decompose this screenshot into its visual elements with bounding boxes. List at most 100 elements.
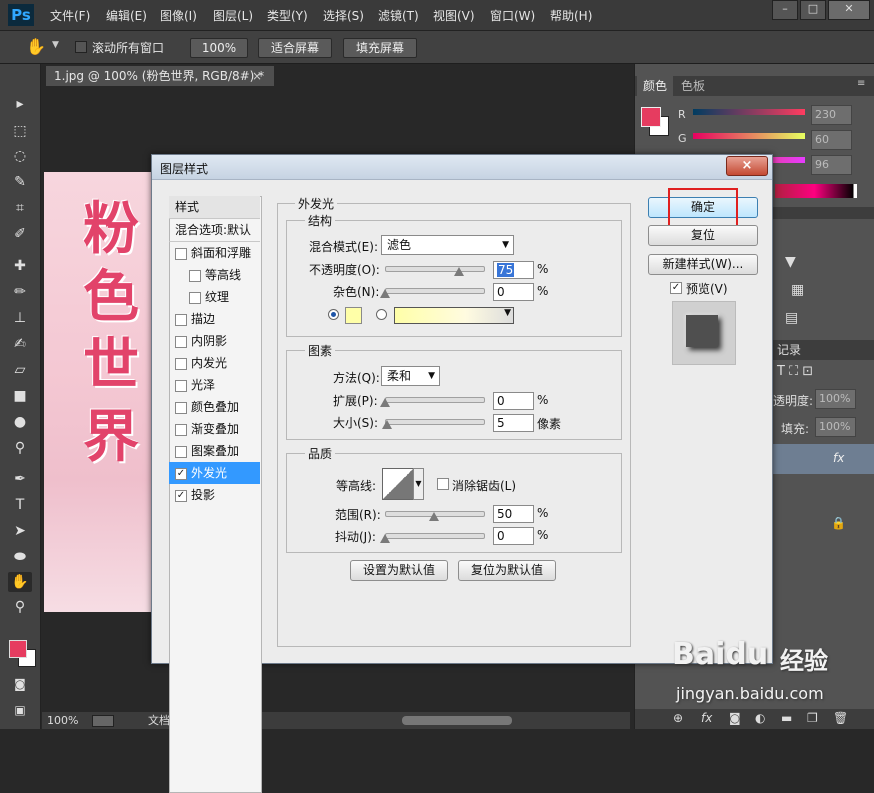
color-ramp[interactable] bbox=[775, 184, 857, 198]
maximize-button[interactable]: □ bbox=[800, 0, 826, 20]
style-checkbox[interactable] bbox=[175, 401, 187, 414]
brush-tool-icon[interactable]: ✏ bbox=[8, 282, 32, 302]
history-brush-tool-icon[interactable]: ✍ bbox=[8, 334, 32, 354]
technique-select[interactable]: 柔和 ▼ bbox=[381, 366, 440, 386]
size-input[interactable]: 5 bbox=[493, 414, 534, 432]
layer-row-selected[interactable]: fx bbox=[771, 444, 874, 474]
tab-history[interactable]: 记录 bbox=[771, 340, 807, 360]
foreground-color-swatch[interactable] bbox=[9, 640, 27, 658]
clone-stamp-tool-icon[interactable]: ⊥ bbox=[8, 308, 32, 328]
gradient-map-icon[interactable]: ▤ bbox=[785, 310, 798, 326]
tool-preset-chevron-icon[interactable]: ▼ bbox=[52, 40, 59, 50]
style-checkbox[interactable] bbox=[189, 269, 201, 282]
eyedropper-tool-icon[interactable]: ✐ bbox=[8, 224, 32, 244]
panel-menu-icon[interactable]: ≡ bbox=[857, 78, 865, 89]
scroll-all-checkbox[interactable] bbox=[75, 41, 87, 53]
menu-view[interactable]: 视图(V) bbox=[433, 7, 475, 24]
blur-tool-icon[interactable]: ● bbox=[8, 412, 32, 432]
glow-color-swatch[interactable] bbox=[345, 307, 362, 324]
preview-checkbox[interactable]: ✓ bbox=[670, 282, 682, 294]
noise-slider-thumb[interactable] bbox=[380, 289, 390, 298]
document-close-icon[interactable]: × bbox=[252, 66, 262, 86]
adjustment-icon[interactable]: ▼ bbox=[785, 254, 796, 270]
style-list-item[interactable]: 内发光 bbox=[169, 352, 260, 374]
menu-select[interactable]: 选择(S) bbox=[323, 7, 364, 24]
menu-help[interactable]: 帮助(H) bbox=[550, 7, 592, 24]
hand-tool-icon[interactable]: ✋ bbox=[8, 572, 32, 592]
style-checkbox[interactable] bbox=[175, 445, 187, 458]
tab-color[interactable]: 颜色 bbox=[637, 76, 674, 96]
menu-layer[interactable]: 图层(L) bbox=[213, 7, 253, 24]
menu-window[interactable]: 窗口(W) bbox=[490, 7, 535, 24]
opacity-input[interactable]: 75 bbox=[493, 261, 534, 279]
noise-slider-track[interactable] bbox=[385, 288, 485, 294]
jitter-slider-thumb[interactable] bbox=[380, 534, 390, 543]
style-checkbox[interactable]: ✓ bbox=[175, 489, 187, 502]
antialias-checkbox[interactable] bbox=[437, 478, 449, 490]
minimize-button[interactable]: – bbox=[772, 0, 798, 20]
type-tool-icon[interactable]: T bbox=[8, 495, 32, 515]
dialog-titlebar[interactable]: 图层样式 × bbox=[152, 155, 772, 180]
range-slider-thumb[interactable] bbox=[429, 512, 439, 521]
document-tab[interactable]: 1.jpg @ 100% (粉色世界, RGB/8#) * × bbox=[46, 66, 274, 86]
style-checkbox[interactable] bbox=[175, 335, 187, 348]
marquee-tool-icon[interactable]: ⬚ bbox=[8, 121, 32, 141]
style-checkbox[interactable] bbox=[189, 291, 201, 304]
style-list-item[interactable]: 斜面和浮雕 bbox=[169, 242, 260, 264]
style-list-item[interactable]: ✓ 外发光 bbox=[169, 462, 260, 484]
style-list-item[interactable]: ✓ 投影 bbox=[169, 484, 260, 506]
lock-icon[interactable]: 🔒 bbox=[831, 516, 846, 530]
spread-input[interactable]: 0 bbox=[493, 392, 534, 410]
size-slider-track[interactable] bbox=[385, 419, 485, 425]
style-list-item[interactable]: 等高线 bbox=[169, 264, 260, 286]
screen-mode-icon[interactable]: ▣ bbox=[8, 700, 32, 720]
style-checkbox[interactable] bbox=[175, 357, 187, 370]
type-filter-icon[interactable]: T ⛶ ⊡ bbox=[777, 364, 813, 379]
channel-b-value[interactable]: 96 bbox=[811, 155, 852, 175]
opacity-slider-thumb[interactable] bbox=[453, 267, 464, 276]
style-list-item[interactable]: 混合选项:默认 bbox=[169, 219, 260, 242]
opacity-value[interactable]: 100% bbox=[815, 389, 856, 409]
reset-button[interactable]: 复位 bbox=[648, 225, 758, 246]
jitter-slider-track[interactable] bbox=[385, 533, 485, 539]
style-checkbox[interactable]: ✓ bbox=[175, 467, 187, 480]
dialog-close-button[interactable]: × bbox=[726, 156, 768, 176]
pen-tool-icon[interactable]: ✒ bbox=[8, 469, 32, 489]
spread-slider-track[interactable] bbox=[385, 397, 485, 403]
menu-filter[interactable]: 滤镜(T) bbox=[378, 7, 419, 24]
channel-g-slider[interactable] bbox=[693, 133, 805, 139]
fit-screen-button[interactable]: 适合屏幕 bbox=[258, 38, 332, 58]
style-checkbox[interactable] bbox=[175, 423, 187, 436]
ellipse-tool-icon[interactable]: ⬬ bbox=[8, 547, 32, 567]
spread-slider-thumb[interactable] bbox=[380, 398, 390, 407]
layer-fx-icon[interactable]: fx bbox=[833, 451, 844, 465]
size-slider-thumb[interactable] bbox=[381, 420, 392, 429]
crop-tool-icon[interactable]: ⌗ bbox=[8, 198, 32, 218]
channel-g-value[interactable]: 60 bbox=[811, 130, 852, 150]
blend-mode-select[interactable]: 滤色 ▼ bbox=[381, 235, 514, 255]
new-style-button[interactable]: 新建样式(W)... bbox=[648, 254, 758, 275]
menu-edit[interactable]: 编辑(E) bbox=[106, 7, 147, 24]
grid-icon[interactable]: ▦ bbox=[791, 282, 804, 298]
move-tool-icon[interactable]: ▸ bbox=[8, 94, 32, 114]
quick-select-tool-icon[interactable]: ✎ bbox=[8, 172, 32, 192]
horizontal-scrollbar[interactable] bbox=[402, 716, 512, 725]
style-checkbox[interactable] bbox=[175, 379, 187, 392]
quick-mask-icon[interactable]: ◙ bbox=[8, 674, 32, 694]
contour-preview[interactable] bbox=[382, 468, 414, 500]
style-list-item[interactable]: 图案叠加 bbox=[169, 440, 260, 462]
style-list-item[interactable]: 样式 bbox=[169, 196, 260, 219]
noise-input[interactable]: 0 bbox=[493, 283, 534, 301]
style-list-item[interactable]: 描边 bbox=[169, 308, 260, 330]
fill-screen-button[interactable]: 填充屏幕 bbox=[343, 38, 417, 58]
menu-type[interactable]: 类型(Y) bbox=[267, 7, 308, 24]
style-list-item[interactable]: 纹理 bbox=[169, 286, 260, 308]
style-list-item[interactable]: 颜色叠加 bbox=[169, 396, 260, 418]
gradient-tool-icon[interactable]: ■ bbox=[8, 386, 32, 406]
dodge-tool-icon[interactable]: ⚲ bbox=[8, 438, 32, 458]
healing-brush-tool-icon[interactable]: ✚ bbox=[8, 256, 32, 276]
style-checkbox[interactable] bbox=[175, 313, 187, 326]
make-default-button[interactable]: 设置为默认值 bbox=[350, 560, 448, 581]
channel-r-value[interactable]: 230 bbox=[811, 105, 852, 125]
gradient-picker[interactable]: ▼ bbox=[394, 307, 514, 324]
